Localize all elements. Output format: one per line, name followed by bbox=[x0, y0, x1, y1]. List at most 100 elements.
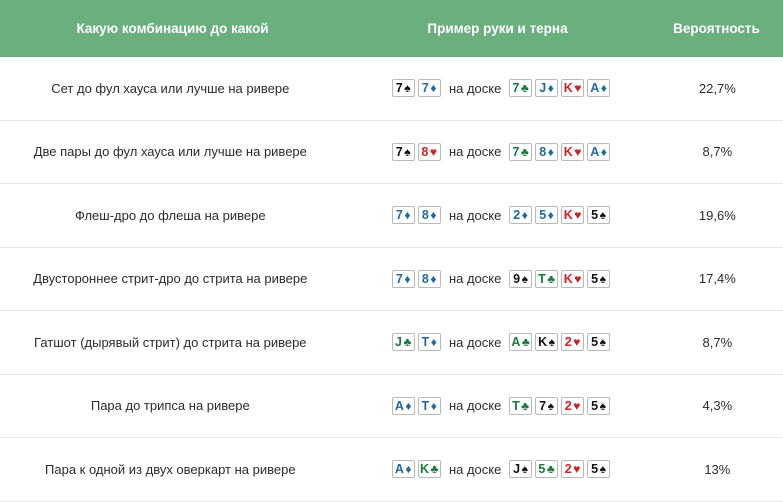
heart-icon: ♥ bbox=[573, 335, 581, 350]
card-rank: J bbox=[539, 81, 547, 96]
table-body: Сет до фул хауса или лучше на ривере 7 ♠ 7 ♦… bbox=[0, 57, 783, 502]
board-cards: 7 ♣ J ♦ K ♥ A ♦ bbox=[509, 79, 611, 98]
table-row: Пара до трипса на ривере A ♦ T ♦ на доске T ♣ 7 ♠… bbox=[0, 375, 783, 438]
probability-value: 8,7% bbox=[702, 144, 733, 160]
card-rank: 2 bbox=[513, 208, 521, 223]
card-rank: 7 bbox=[512, 144, 520, 159]
table-header: Какую комбинацию до какой Пример руки и … bbox=[0, 0, 783, 57]
playing-card: 7 ♦ bbox=[417, 79, 441, 98]
on-board-label: на доске bbox=[448, 207, 502, 223]
hole-cards: A ♦ T ♦ bbox=[391, 396, 441, 415]
board-cards: 9 ♠ T ♣ K ♥ 5 ♠ bbox=[509, 269, 611, 288]
diamond-icon: ♦ bbox=[430, 271, 437, 286]
playing-card: K ♥ bbox=[561, 142, 585, 161]
on-board-label: на доске bbox=[448, 80, 502, 96]
probability-value: 13% bbox=[704, 461, 731, 477]
playing-card: T ♣ bbox=[509, 396, 533, 415]
playing-card: 8 ♦ bbox=[417, 269, 441, 288]
hand-example: 7 ♠ 7 ♦ на доске 7 ♣ J ♦ K ♥ A ♦ bbox=[341, 79, 652, 98]
card-rank: 8 bbox=[421, 144, 429, 159]
playing-card: 8 ♦ bbox=[417, 206, 441, 225]
spade-icon: ♠ bbox=[521, 462, 529, 477]
diamond-icon: ♦ bbox=[547, 208, 555, 223]
spade-icon: ♠ bbox=[599, 271, 607, 286]
card-rank: 5 bbox=[591, 335, 599, 350]
diamond-icon: ♦ bbox=[600, 144, 608, 159]
playing-card: 7 ♣ bbox=[509, 79, 533, 98]
diamond-icon: ♦ bbox=[430, 398, 438, 413]
odds-table: Какую комбинацию до какой Пример руки и … bbox=[0, 0, 783, 502]
heart-icon: ♥ bbox=[574, 81, 582, 96]
header-example: Пример руки и терна bbox=[427, 21, 568, 36]
playing-card: 7 ♦ bbox=[391, 206, 415, 225]
on-board-label: на доске bbox=[448, 144, 502, 160]
card-rank: 5 bbox=[539, 208, 547, 223]
card-rank: K bbox=[563, 271, 574, 286]
playing-card: J ♣ bbox=[391, 333, 415, 352]
hole-cards: 7 ♦ 8 ♦ bbox=[391, 206, 441, 225]
playing-card: A ♦ bbox=[391, 460, 415, 479]
card-rank: 7 bbox=[395, 271, 404, 286]
playing-card: K ♥ bbox=[561, 269, 585, 288]
table-row: Двустороннее стрит-дро до стрита на риве… bbox=[0, 248, 783, 311]
probability-value: 22,7% bbox=[698, 80, 736, 96]
spade-icon: ♠ bbox=[548, 335, 556, 350]
on-board-label: на доске bbox=[448, 271, 502, 287]
card-rank: 7 bbox=[395, 81, 404, 96]
playing-card: T ♣ bbox=[535, 269, 559, 288]
card-rank: A bbox=[590, 144, 600, 159]
diamond-icon: ♦ bbox=[430, 335, 438, 350]
hole-cards: 7 ♠ 7 ♦ bbox=[391, 79, 441, 98]
header-combination: Какую комбинацию до какой bbox=[76, 21, 269, 36]
playing-card: 8 ♦ bbox=[535, 142, 559, 161]
card-rank: J bbox=[513, 462, 521, 477]
club-icon: ♣ bbox=[430, 462, 439, 477]
playing-card: 7 ♦ bbox=[391, 269, 415, 288]
playing-card: 2 ♥ bbox=[561, 333, 585, 352]
card-rank: 7 bbox=[512, 81, 520, 96]
spade-icon: ♠ bbox=[599, 398, 607, 413]
card-rank: A bbox=[394, 462, 405, 477]
hand-example: J ♣ T ♦ на доске A ♣ K ♠ 2 ♥ 5 ♠ bbox=[341, 333, 652, 352]
playing-card: T ♦ bbox=[417, 333, 441, 352]
table-row: Две пары до фул хауса или лучше на ривер… bbox=[0, 121, 783, 184]
club-icon: ♣ bbox=[521, 335, 531, 350]
diamond-icon: ♦ bbox=[405, 462, 413, 477]
diamond-icon: ♦ bbox=[600, 81, 608, 96]
playing-card: K ♠ bbox=[535, 333, 559, 352]
hand-example: 7 ♠ 8 ♥ на доске 7 ♣ 8 ♦ K ♥ A ♦ bbox=[341, 142, 652, 161]
card-rank: 9 bbox=[513, 271, 521, 286]
diamond-icon: ♦ bbox=[404, 208, 411, 223]
card-rank: 7 bbox=[539, 398, 547, 413]
card-rank: 2 bbox=[564, 398, 573, 413]
card-rank: K bbox=[419, 462, 430, 477]
diamond-icon: ♦ bbox=[547, 144, 555, 159]
card-rank: J bbox=[395, 335, 403, 350]
board-cards: 2 ♦ 5 ♦ K ♥ 5 ♠ bbox=[509, 206, 611, 225]
card-rank: 2 bbox=[564, 462, 573, 477]
heart-icon: ♥ bbox=[573, 462, 581, 477]
spade-icon: ♠ bbox=[547, 398, 555, 413]
card-rank: 7 bbox=[395, 208, 404, 223]
card-rank: K bbox=[563, 144, 574, 159]
card-rank: A bbox=[511, 335, 521, 350]
probability-value: 19,6% bbox=[698, 207, 736, 223]
hole-cards: J ♣ T ♦ bbox=[391, 333, 441, 352]
combination-description: Гатшот (дырявый стрит) до стрита на риве… bbox=[34, 334, 307, 350]
card-rank: 5 bbox=[591, 208, 599, 223]
card-rank: 8 bbox=[421, 208, 430, 223]
combination-description: Пара к одной из двух оверкарт на ривере bbox=[45, 461, 296, 477]
spade-icon: ♠ bbox=[599, 335, 607, 350]
playing-card: 2 ♥ bbox=[561, 396, 585, 415]
playing-card: 5 ♠ bbox=[587, 206, 611, 225]
card-rank: T bbox=[538, 271, 547, 286]
diamond-icon: ♦ bbox=[404, 271, 411, 286]
playing-card: 5 ♠ bbox=[587, 269, 611, 288]
playing-card: 7 ♠ bbox=[391, 79, 415, 98]
card-rank: K bbox=[563, 81, 574, 96]
hole-cards: 7 ♠ 8 ♥ bbox=[391, 142, 441, 161]
card-rank: 5 bbox=[591, 271, 599, 286]
club-icon: ♣ bbox=[521, 398, 530, 413]
on-board-label: на доске bbox=[448, 461, 502, 477]
card-rank: 2 bbox=[564, 335, 573, 350]
